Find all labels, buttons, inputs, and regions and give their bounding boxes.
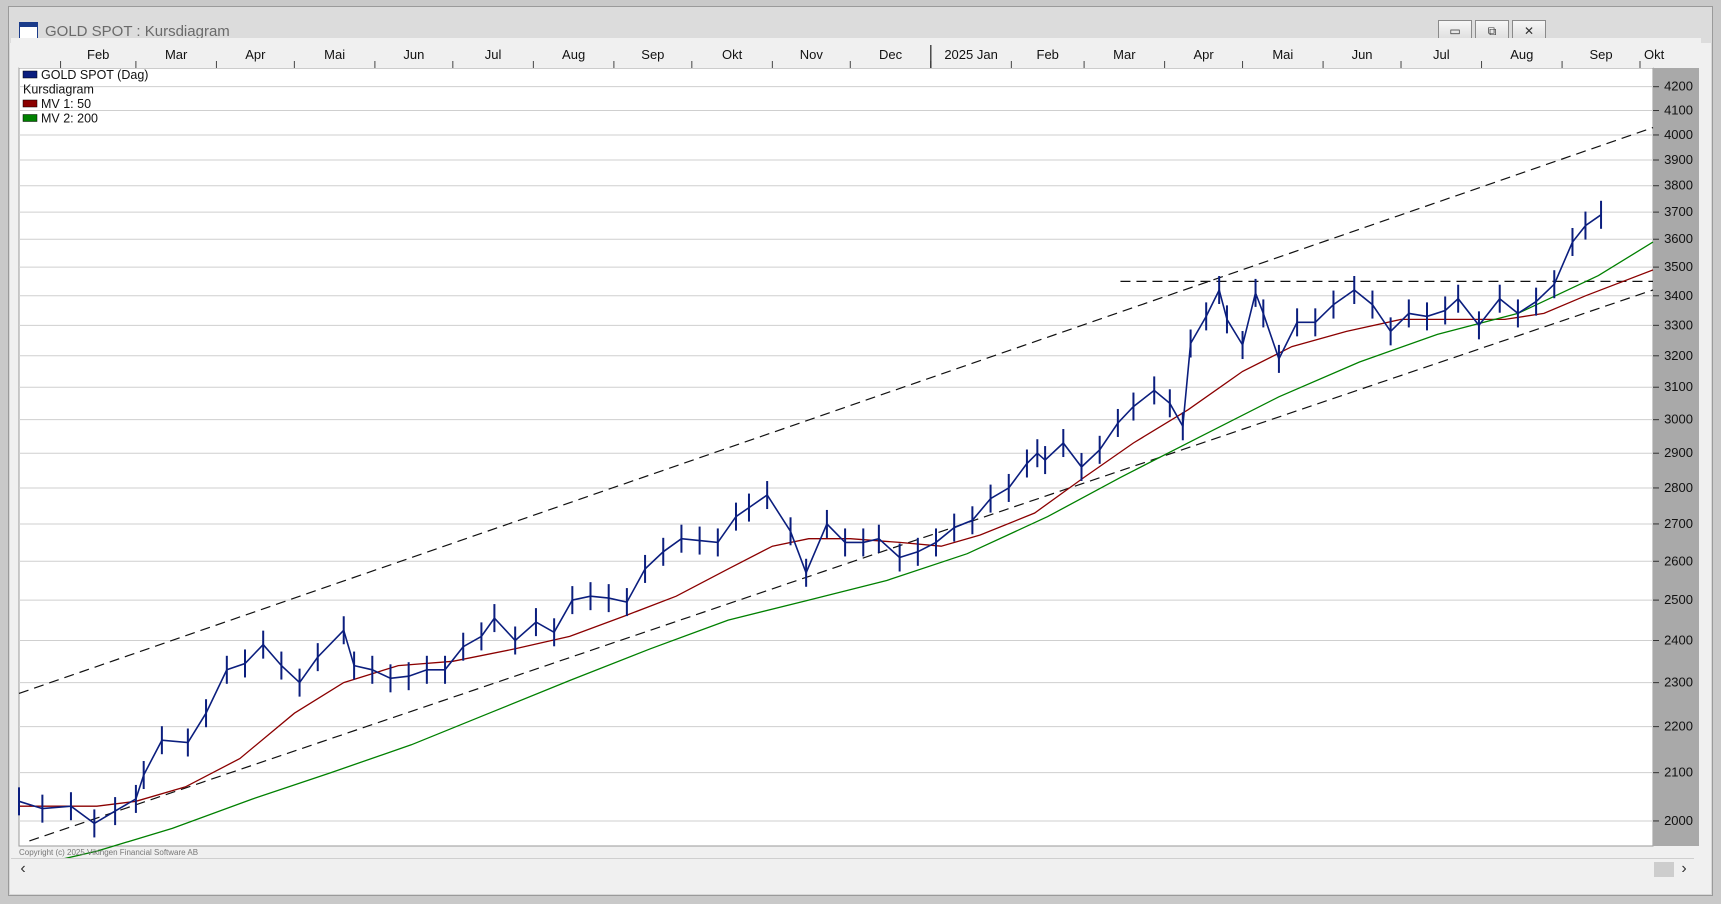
- y-tick-label: 3100: [1664, 379, 1693, 394]
- chart-area: Feb Mar Apr Mai Jun Jul Aug Sep Okt Nov Dec 2025 Ja…: [11, 38, 1701, 870]
- x-tick-label: Aug: [1510, 47, 1533, 62]
- x-tick-label: Mar: [165, 47, 188, 62]
- y-tick-label: 3000: [1664, 412, 1693, 427]
- legend-label: MV 1: 50: [41, 97, 91, 111]
- y-tick-label: 2100: [1664, 765, 1693, 780]
- scroll-thumb[interactable]: [1654, 862, 1674, 877]
- y-tick-label: 3200: [1664, 348, 1693, 363]
- horizontal-scrollbar[interactable]: ‹ ›: [11, 858, 1694, 879]
- x-tick-label: Jun: [403, 47, 424, 62]
- legend-swatch: [22, 114, 38, 122]
- legend-label: MV 2: 200: [41, 112, 98, 126]
- y-tick-label: 2900: [1664, 445, 1693, 460]
- x-tick-label: 2025 Jan: [944, 47, 998, 62]
- x-tick-label: Aug: [562, 47, 585, 62]
- y-tick-label: 2200: [1664, 719, 1693, 734]
- y-tick-label: 4200: [1664, 79, 1693, 94]
- y-tick-label: 2000: [1664, 813, 1693, 828]
- x-tick-label: Jun: [1352, 47, 1373, 62]
- y-tick-label: 3900: [1664, 152, 1693, 167]
- copyright-text: Copyright (c) 2025 Vikingen Financial So…: [19, 848, 198, 857]
- y-tick-label: 3700: [1664, 204, 1693, 219]
- x-tick-label: Jul: [1433, 47, 1450, 62]
- chart-app-icon: [19, 22, 38, 39]
- x-tick-label: Sep: [1589, 47, 1612, 62]
- legend-swatch: [22, 70, 38, 79]
- x-tick-label: Apr: [1193, 47, 1214, 62]
- y-tick-label: 3500: [1664, 259, 1693, 274]
- minimize-button[interactable]: ▭: [1438, 20, 1472, 40]
- legend-label: GOLD SPOT (Dag): [41, 68, 148, 82]
- x-tick-label: Mai: [1272, 47, 1293, 62]
- x-tick-label: Jul: [485, 47, 502, 62]
- x-tick-label: Okt: [722, 47, 743, 62]
- x-tick-label: Mar: [1113, 47, 1136, 62]
- x-tick-label: Nov: [800, 47, 824, 62]
- x-tick-label: Dec: [879, 47, 903, 62]
- x-tick-label: Feb: [1037, 47, 1059, 62]
- y-tick-label: 2600: [1664, 553, 1693, 568]
- y-tick-label: 2500: [1664, 592, 1693, 607]
- scroll-right-arrow-icon[interactable]: ›: [1674, 859, 1694, 879]
- y-tick-label: 3300: [1664, 317, 1693, 332]
- legend-swatch: [22, 99, 38, 108]
- y-tick-label: 3600: [1664, 231, 1693, 246]
- x-tick-label: Mai: [324, 47, 345, 62]
- restore-button[interactable]: ⧉: [1475, 20, 1509, 40]
- x-tick-label: Okt: [1644, 47, 1665, 62]
- close-button[interactable]: ✕: [1512, 20, 1546, 40]
- scroll-left-arrow-icon[interactable]: ‹: [13, 859, 33, 879]
- y-tick-label: 3400: [1664, 288, 1693, 303]
- plot-area: [18, 67, 1654, 847]
- y-tick-label: 3800: [1664, 178, 1693, 193]
- y-tick-label: 4100: [1664, 103, 1693, 118]
- legend-label: Kursdiagram: [23, 83, 94, 97]
- x-tick-label: Apr: [245, 47, 266, 62]
- y-tick-label: 2700: [1664, 516, 1693, 531]
- x-tick-label: Sep: [641, 47, 664, 62]
- y-tick-label: 2400: [1664, 633, 1693, 648]
- x-tick-label: Feb: [87, 47, 109, 62]
- y-tick-label: 4000: [1664, 127, 1693, 142]
- price-chart[interactable]: Feb Mar Apr Mai Jun Jul Aug Sep Okt Nov Dec 2025 Ja…: [11, 38, 1701, 870]
- y-tick-label: 2800: [1664, 480, 1693, 495]
- y-tick-label: 2300: [1664, 675, 1693, 690]
